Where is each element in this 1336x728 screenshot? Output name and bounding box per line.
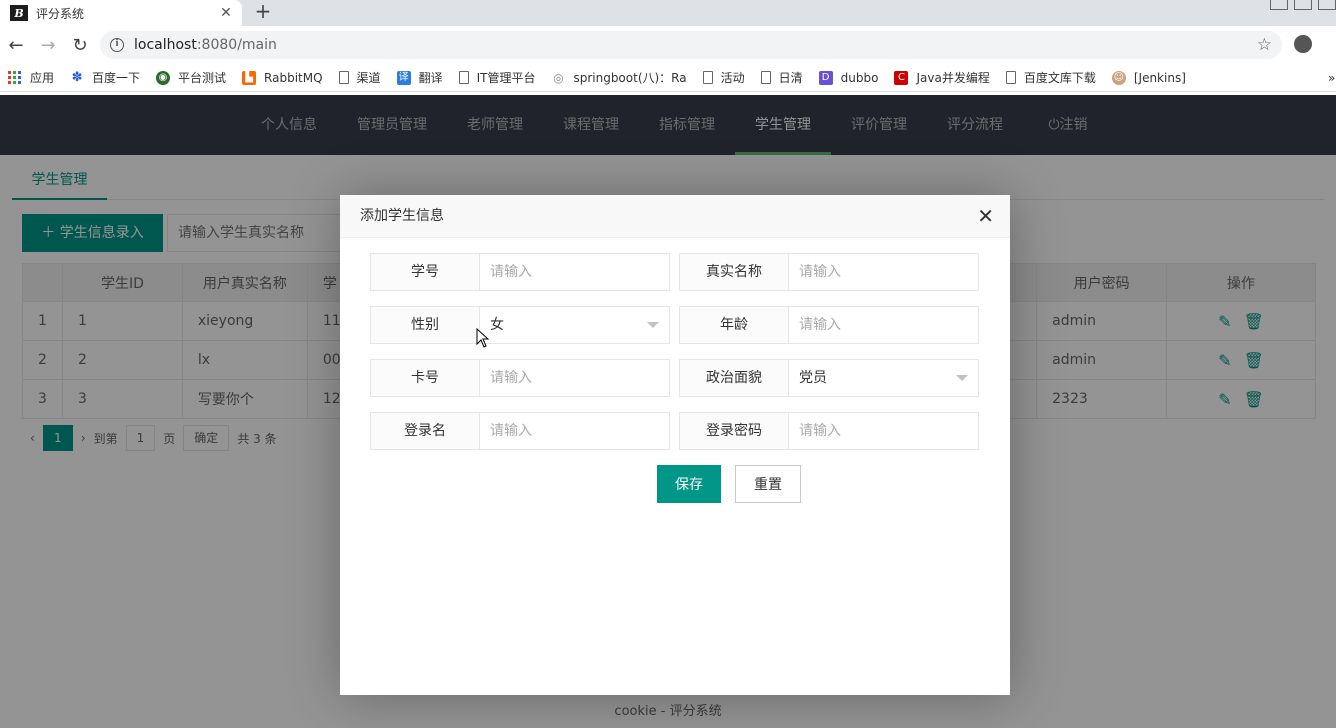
tab-title: 评分系统 [36,6,85,21]
real-name-label: 真实名称 [679,253,789,291]
url-field[interactable]: i localhost:8080/main ☆ [100,31,1282,59]
page-icon [458,71,469,84]
paw-icon: ✽ [71,69,83,85]
bookmark-translate[interactable]: 译 翻译 [396,69,443,86]
window-controls [1270,0,1336,10]
dialog-title: 添加学生信息 [360,208,444,224]
student-no-label: 学号 [370,253,480,291]
bookmark-dubbo[interactable]: D dubbo [818,70,878,85]
forward-icon[interactable]: → [32,35,64,56]
browser-menu-icon[interactable]: ⋮ [1330,34,1336,50]
bookmark-activity[interactable]: 活动 [702,69,745,86]
field-student-no: 学号 [370,253,670,291]
chevron-down-icon [647,322,659,328]
url-text: localhost:8080/main [134,37,277,53]
globe-icon: ◎ [553,70,564,85]
political-status-label: 政治面貌 [679,359,789,397]
reset-button[interactable]: 重置 [735,465,801,503]
bookmark-platform-test[interactable]: ◉ 平台测试 [156,69,226,86]
card-no-label: 卡号 [370,359,480,397]
gender-label: 性别 [370,306,480,344]
field-login-password: 登录密码 [679,412,979,450]
address-bar-row: ← → ↻ i localhost:8080/main ☆ ⋮ [0,26,1336,64]
back-icon[interactable]: ← [0,35,32,56]
bookmark-rabbitmq[interactable]: ▙ RabbitMQ [242,70,323,85]
jenkins-icon: ☺ [1111,70,1126,85]
translate-icon: 译 [396,70,411,85]
site-favicon-icon: B [10,5,28,21]
bookmark-springboot[interactable]: ◎ springboot(八)：Ra [551,69,686,86]
save-button[interactable]: 保存 [657,465,721,503]
bookmarks-bar: 应用 ✽ 百度一下 ◉ 平台测试 ▙ RabbitMQ 渠道 译 翻译 IT管理… [0,64,1336,92]
field-political-status: 政治面貌 党员 [679,359,979,397]
restore-icon[interactable] [1294,0,1312,10]
bookmark-baidu[interactable]: ✽ 百度一下 [70,69,140,86]
rabbitmq-icon: ▙ [242,70,257,85]
login-password-input[interactable] [789,412,979,450]
field-real-name: 真实名称 [679,253,979,291]
age-label: 年龄 [679,306,789,344]
chevron-down-icon [956,375,968,381]
dubbo-icon: D [818,70,833,85]
field-login-name: 登录名 [370,412,670,450]
bookmark-daily[interactable]: 日清 [760,69,803,86]
bookmark-java[interactable]: C Java并发编程 [894,69,990,86]
add-student-dialog: 添加学生信息 ✕ 学号 真实名称 性别 女 年龄 卡号 政治面貌 党员 登录名 … [340,195,1010,695]
age-input[interactable] [789,306,979,344]
card-no-input[interactable] [480,359,670,397]
reload-icon[interactable]: ↻ [64,35,96,56]
csdn-icon: C [894,70,909,85]
field-card-no: 卡号 [370,359,670,397]
bookmark-it-platform[interactable]: IT管理平台 [458,69,535,86]
bookmark-star-icon[interactable]: ☆ [1257,35,1272,55]
student-no-input[interactable] [480,253,670,291]
dialog-header: 添加学生信息 ✕ [340,195,1010,238]
political-status-select[interactable]: 党员 [789,359,979,397]
login-name-input[interactable] [480,412,670,450]
platform-icon: ◉ [156,70,171,85]
login-password-label: 登录密码 [679,412,789,450]
page-icon [338,71,349,84]
bookmark-apps[interactable]: 应用 [8,69,54,86]
page-icon [760,71,771,84]
close-icon[interactable]: ✕ [977,195,994,238]
page-icon [702,71,713,84]
minimize-icon[interactable] [1270,0,1288,10]
bookmark-wenku[interactable]: 百度文库下载 [1005,69,1096,86]
field-gender: 性别 女 [370,306,670,344]
page-icon [1005,71,1016,84]
new-tab-button[interactable]: + [252,0,274,22]
bookmark-channel[interactable]: 渠道 [338,69,381,86]
gender-select[interactable]: 女 [480,306,670,344]
field-age: 年龄 [679,306,979,344]
real-name-input[interactable] [789,253,979,291]
mouse-cursor-icon [476,328,490,348]
close-window-icon[interactable] [1318,0,1336,10]
apps-grid-icon [8,70,22,85]
tab-close-icon[interactable]: ✕ [216,5,236,21]
browser-tabbar: B 评分系统 ✕ + [0,0,1336,26]
site-info-icon[interactable]: i [110,38,124,52]
login-name-label: 登录名 [370,412,480,450]
profile-avatar-icon[interactable] [1294,35,1312,53]
bookmarks-overflow[interactable]: » [1328,71,1335,85]
browser-tab[interactable]: B 评分系统 ✕ [0,0,242,26]
bookmark-jenkins[interactable]: ☺ [Jenkins] [1111,70,1186,85]
